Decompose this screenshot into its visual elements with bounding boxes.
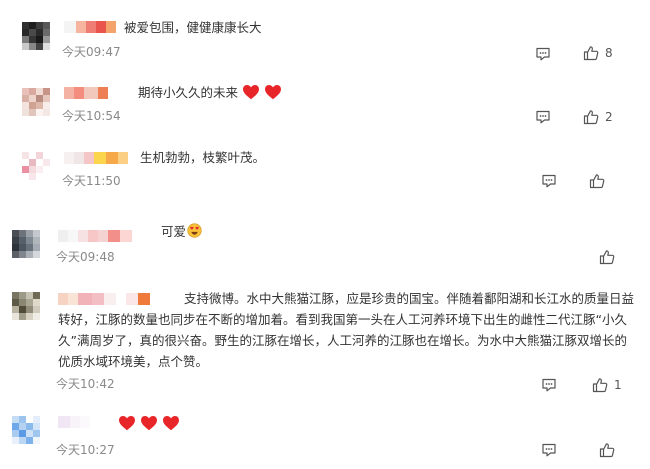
red-heart-emoji bbox=[162, 415, 180, 431]
thumbs-up-icon bbox=[599, 250, 615, 265]
comment-text bbox=[114, 413, 180, 434]
reply-icon[interactable] bbox=[541, 173, 557, 189]
avatar[interactable] bbox=[22, 88, 50, 116]
comment-time: 今天09:48 bbox=[56, 250, 115, 264]
comment-time: 今天10:27 bbox=[56, 443, 115, 457]
comment-item: 期待小久久的未来 今天10:54 2 bbox=[0, 75, 650, 135]
comment-time: 今天09:47 bbox=[62, 45, 121, 59]
username-redacted[interactable] bbox=[58, 416, 90, 428]
like-button[interactable]: 2 bbox=[583, 108, 613, 126]
comment-text: 被爱包围，健健康康长大 bbox=[124, 20, 262, 35]
comment-item: 被爱包围，健健康康长大 今天09:47 8 bbox=[0, 0, 650, 75]
comment-text: 生机勃勃，枝繁叶茂。 bbox=[140, 150, 266, 165]
comment-text: 期待小久久的未来 bbox=[138, 82, 282, 103]
red-heart-emoji bbox=[140, 415, 158, 431]
thumbs-up-icon bbox=[592, 378, 608, 393]
like-count: 2 bbox=[605, 110, 613, 124]
avatar[interactable] bbox=[12, 416, 40, 444]
reply-icon[interactable] bbox=[535, 46, 551, 62]
avatar[interactable] bbox=[12, 292, 40, 320]
thumbs-up-icon bbox=[589, 174, 605, 189]
avatar[interactable] bbox=[12, 230, 40, 258]
thumbs-up-icon bbox=[583, 46, 599, 61]
thumbs-up-icon bbox=[583, 110, 599, 125]
like-button[interactable]: 1 bbox=[592, 376, 622, 394]
reply-icon[interactable] bbox=[541, 377, 557, 393]
username-redacted[interactable] bbox=[64, 152, 128, 164]
red-heart-emoji bbox=[264, 84, 282, 100]
comment-item: 生机勃勃，枝繁叶茂。 今天11:50 bbox=[0, 135, 650, 210]
like-button[interactable]: 8 bbox=[583, 44, 613, 62]
heart-eyes-emoji bbox=[187, 223, 202, 238]
like-count: 1 bbox=[614, 378, 622, 392]
comment-time: 今天10:54 bbox=[62, 109, 121, 123]
username-redacted[interactable] bbox=[64, 21, 116, 33]
comment-item: 可爱 今天09:48 bbox=[0, 210, 650, 280]
reply-icon[interactable] bbox=[535, 109, 551, 125]
avatar[interactable] bbox=[22, 22, 50, 50]
comment-text: 可爱 bbox=[161, 221, 202, 242]
comment-text-body: 可爱 bbox=[161, 224, 187, 239]
red-heart-emoji bbox=[242, 84, 260, 100]
comment-item: 今天10:27 bbox=[0, 400, 650, 469]
like-button[interactable] bbox=[589, 172, 611, 190]
username-redacted[interactable] bbox=[64, 87, 108, 99]
like-button[interactable] bbox=[599, 441, 621, 459]
reply-icon[interactable] bbox=[541, 442, 557, 458]
avatar[interactable] bbox=[22, 152, 50, 180]
comment-item: 支持微博。水中大熊猫江豚，应是珍贵的国宝。伴随着鄱阳湖和长江水的质量日益转好，江… bbox=[0, 280, 650, 400]
username-redacted[interactable] bbox=[58, 230, 132, 242]
like-count: 8 bbox=[605, 46, 613, 60]
red-heart-emoji bbox=[118, 415, 136, 431]
comment-time: 今天11:50 bbox=[62, 174, 121, 188]
like-button[interactable] bbox=[599, 248, 621, 266]
comment-text: 支持微博。水中大熊猫江豚，应是珍贵的国宝。伴随着鄱阳湖和长江水的质量日益转好，江… bbox=[58, 291, 635, 369]
thumbs-up-icon bbox=[599, 443, 615, 458]
comment-text-body: 期待小久久的未来 bbox=[138, 85, 239, 100]
comment-time: 今天10:42 bbox=[56, 377, 115, 391]
